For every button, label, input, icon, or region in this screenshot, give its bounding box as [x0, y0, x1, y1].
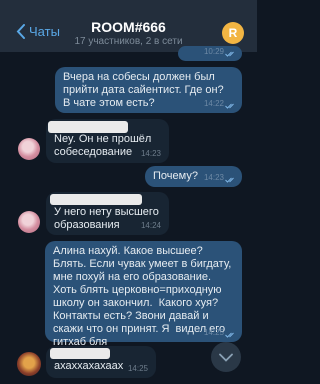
sender-avatar[interactable] — [18, 138, 40, 160]
message-bubble-incoming[interactable]: Ney. Он не прошёл собеседование 14:23 — [46, 119, 169, 163]
message-time: 14:23 — [140, 149, 161, 158]
group-avatar[interactable]: R — [222, 22, 244, 44]
message-bubble-incoming[interactable]: ахаххахахаах 14:25 — [46, 346, 156, 378]
message-bubble-outgoing[interactable]: 10:29 — [178, 46, 242, 61]
redacted-sender-name — [50, 348, 110, 359]
read-check-icon — [225, 332, 234, 338]
sender-avatar[interactable] — [18, 211, 40, 233]
redacted-sender-name — [48, 121, 128, 133]
message-bubble-outgoing[interactable]: Алина нахуй. Какое высшее? Блять. Если ч… — [45, 241, 242, 348]
message-bubble-outgoing[interactable]: Вчера на собесы должен был прийти дата с… — [55, 67, 242, 113]
chevron-down-icon — [219, 353, 233, 362]
message-time: 14:24 — [140, 221, 161, 230]
scroll-down-button[interactable] — [211, 342, 241, 372]
redacted-sender-name — [50, 194, 142, 205]
read-check-icon — [225, 177, 234, 183]
message-time: 14:25 — [127, 364, 148, 373]
message-time: 14:22 — [203, 99, 224, 108]
read-check-icon — [225, 103, 234, 109]
chat-title[interactable]: ROOM#666 — [0, 19, 257, 35]
message-time: 14:25 — [203, 328, 224, 337]
read-check-icon — [225, 51, 234, 57]
sender-avatar[interactable] — [17, 352, 41, 376]
message-bubble-incoming[interactable]: У него нету высшего образования 14:24 — [46, 192, 169, 235]
message-time: 14:23 — [203, 173, 224, 182]
message-time: 10:29 — [203, 47, 224, 56]
message-list[interactable]: 10:29 Вчера на собесы должен был прийти … — [0, 46, 257, 384]
message-bubble-outgoing[interactable]: Почему? 14:23 — [145, 166, 242, 187]
